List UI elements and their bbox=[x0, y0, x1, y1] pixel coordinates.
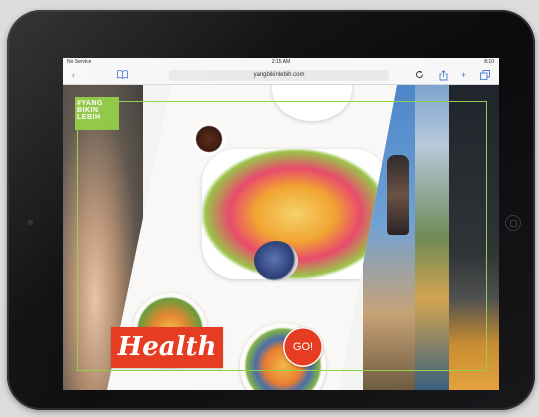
plus-icon[interactable]: + bbox=[461, 70, 466, 81]
blueberry-bowl-image bbox=[254, 241, 298, 281]
tabs-icon[interactable] bbox=[480, 70, 490, 83]
clock-label: 2:15 AM bbox=[271, 59, 291, 65]
share-icon[interactable] bbox=[439, 70, 448, 84]
coffee-cup-image bbox=[193, 123, 225, 155]
tablet-device: No Service 2:15 AM 8:10 ‹ yangbikinlebih… bbox=[7, 10, 535, 410]
browser-toolbar: ‹ yangbikinlebih.com + bbox=[63, 67, 499, 85]
tablet-screen: No Service 2:15 AM 8:10 ‹ yangbikinlebih… bbox=[63, 58, 499, 390]
home-button[interactable] bbox=[505, 215, 521, 231]
hero-slider: #YANG BIKIN LEBIH Health GO! bbox=[63, 85, 499, 390]
logo-line: LEBIH bbox=[77, 114, 101, 121]
logo-line: #YANG bbox=[77, 100, 103, 107]
chevron-left-icon[interactable]: ‹ bbox=[72, 70, 75, 81]
battery-label: 8:10 bbox=[484, 59, 494, 65]
book-icon[interactable] bbox=[117, 70, 128, 82]
site-logo[interactable]: #YANG BIKIN LEBIH bbox=[75, 97, 119, 130]
address-bar[interactable]: yangbikinlebih.com bbox=[169, 70, 389, 81]
fruit-plate-image bbox=[272, 85, 352, 121]
camera-lens bbox=[28, 220, 33, 225]
dark-photo-panel[interactable] bbox=[449, 85, 499, 390]
go-button[interactable]: GO! bbox=[283, 327, 323, 367]
reload-icon[interactable] bbox=[415, 70, 424, 82]
logo-line: BIKIN bbox=[77, 107, 99, 114]
category-label: Health bbox=[111, 327, 223, 368]
status-bar: No Service 2:15 AM 8:10 bbox=[63, 58, 499, 67]
